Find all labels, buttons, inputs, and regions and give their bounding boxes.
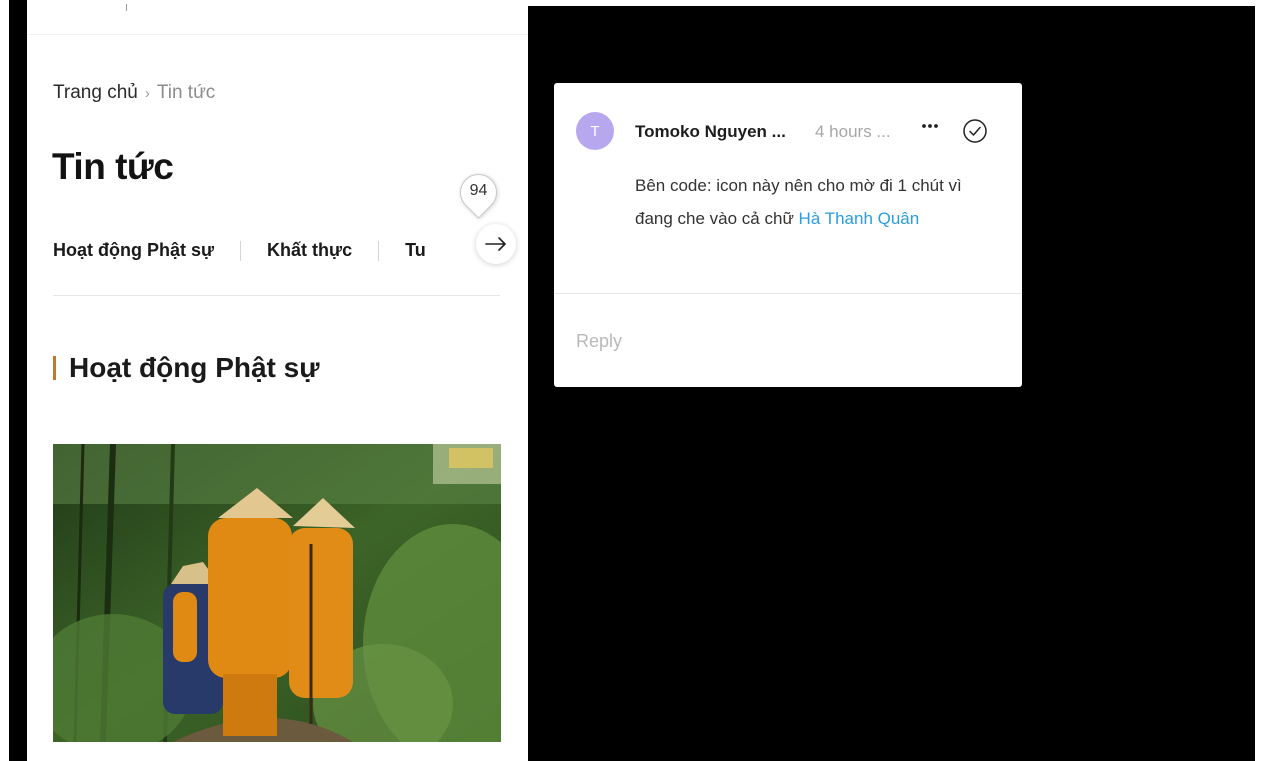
- comment-author: Tomoko Nguyen ...: [635, 122, 786, 141]
- header-remnant: [126, 4, 127, 11]
- avatar: T: [576, 112, 614, 150]
- tab-khat-thuc[interactable]: Khất thực: [267, 240, 352, 261]
- news-featured-image[interactable]: [53, 444, 501, 742]
- tab-hoat-dong-phat-su[interactable]: Hoạt động Phật sự: [53, 240, 214, 261]
- check-circle-icon[interactable]: [962, 118, 988, 144]
- section-title: Hoạt động Phật sự: [69, 352, 320, 383]
- monks-walking-photo: [53, 444, 501, 742]
- more-horizontal-icon[interactable]: [918, 114, 942, 138]
- tab-divider: [240, 240, 242, 261]
- comment-thread-card: T Tomoko Nguyen ... 4 hours ... Bên code…: [554, 83, 1022, 387]
- page-title: Tin tức: [52, 146, 174, 187]
- canvas-background-left: [9, 0, 27, 761]
- window-edge-left: [0, 0, 9, 761]
- breadcrumb-current: Tin tức: [156, 82, 216, 103]
- breadcrumb: Trang chủ › Tin tức: [53, 82, 215, 104]
- comment-pin-count: 94: [469, 182, 488, 199]
- window-edge-right: [1255, 0, 1264, 761]
- webpage-frame: Trang chủ › Tin tức Tin tức Hoạt động Phật…: [27, 0, 528, 761]
- scroll-tabs-button[interactable]: [476, 224, 516, 264]
- comment-body: Bên code: icon này nên cho mờ đi 1 chút …: [635, 169, 975, 235]
- breadcrumb-home-link[interactable]: Trang chủ: [53, 82, 138, 103]
- section-heading: Hoạt động Phật sự: [53, 352, 320, 384]
- tab-divider: [378, 240, 380, 261]
- comment-timestamp: 4 hours ...: [815, 122, 891, 141]
- reply-input[interactable]: [576, 331, 996, 352]
- arrow-right-icon: [485, 237, 506, 251]
- tabs-underline: [53, 295, 500, 296]
- header-divider: [27, 34, 528, 35]
- tab-tu[interactable]: Tu: [405, 240, 426, 261]
- section-accent-bar: [53, 356, 56, 380]
- user-mention-link[interactable]: Hà Thanh Quân: [799, 209, 920, 228]
- category-tabs: Hoạt động Phật sự Khất thực Tu: [53, 240, 426, 261]
- card-divider: [554, 293, 1022, 294]
- breadcrumb-separator: ›: [144, 85, 150, 102]
